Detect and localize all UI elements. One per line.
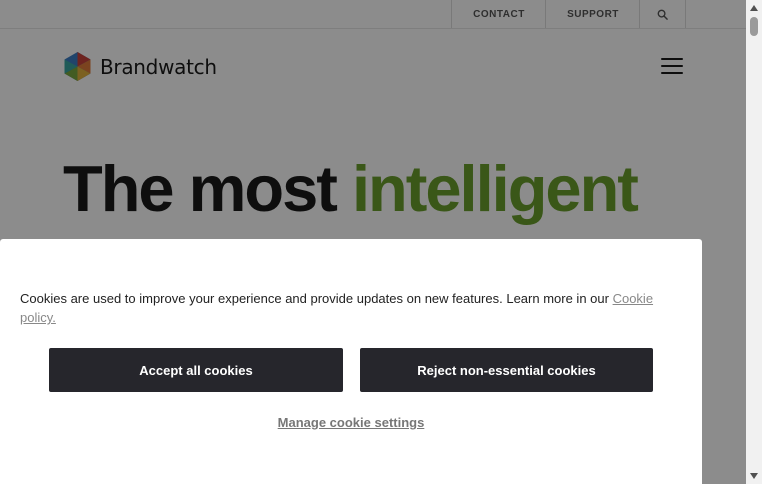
accept-all-cookies-button[interactable]: Accept all cookies	[49, 348, 343, 392]
scroll-up-arrow-icon[interactable]	[746, 1, 762, 15]
cookie-message: Cookies are used to improve your experie…	[20, 289, 670, 327]
scroll-down-arrow-icon[interactable]	[746, 469, 762, 483]
page-scrollbar[interactable]	[746, 0, 762, 484]
scrollbar-thumb[interactable]	[750, 17, 758, 36]
cookie-message-text: Cookies are used to improve your experie…	[20, 291, 613, 306]
manage-cookie-settings-link[interactable]: Manage cookie settings	[0, 415, 702, 430]
reject-non-essential-cookies-button[interactable]: Reject non-essential cookies	[360, 348, 653, 392]
cookie-consent-dialog: Cookies are used to improve your experie…	[0, 239, 702, 484]
page: CONTACT SUPPORT Brandwatch The most inte…	[0, 0, 746, 484]
